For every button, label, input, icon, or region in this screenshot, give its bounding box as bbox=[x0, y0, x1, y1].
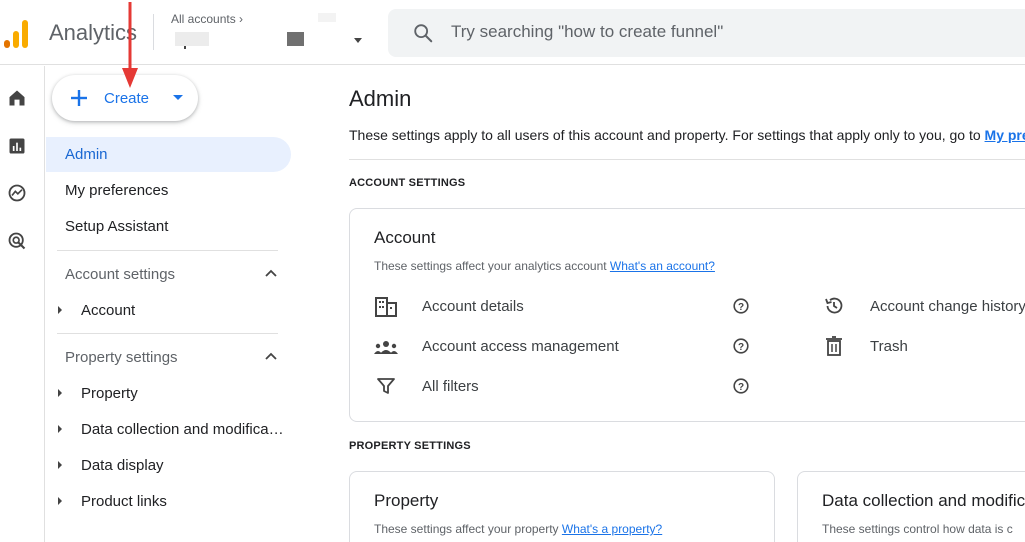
whats-an-account-link[interactable]: What's an account? bbox=[610, 259, 715, 273]
chevron-up-icon[interactable] bbox=[265, 268, 277, 278]
help-icon[interactable]: ? bbox=[733, 338, 749, 354]
filter-icon bbox=[377, 378, 395, 394]
page-description-text: These settings apply to all users of thi… bbox=[349, 127, 985, 143]
account-change-history-link[interactable]: Account change history bbox=[870, 298, 1025, 315]
sidebar-item-setup-assistant[interactable]: Setup Assistant bbox=[46, 209, 291, 244]
property-settings-heading[interactable]: Property settings bbox=[65, 349, 178, 366]
search-input[interactable] bbox=[451, 19, 1011, 45]
nav-rail bbox=[0, 66, 45, 542]
redacted-property-name bbox=[287, 32, 304, 46]
people-icon bbox=[374, 341, 398, 354]
building-icon bbox=[375, 297, 397, 317]
reports-icon[interactable] bbox=[7, 136, 27, 156]
top-bar: Analytics All accounts › bbox=[0, 0, 1025, 65]
search-icon bbox=[414, 24, 433, 43]
my-preferences-link[interactable]: My pre bbox=[985, 127, 1025, 143]
expand-arrow-icon[interactable] bbox=[58, 306, 62, 314]
admin-sidebar: Create Admin My preferences Setup Assist… bbox=[46, 66, 304, 542]
expand-arrow-icon[interactable] bbox=[58, 425, 62, 433]
sidebar-divider bbox=[57, 250, 278, 251]
trash-icon bbox=[826, 336, 842, 356]
sidebar-item-data-display[interactable]: Data display bbox=[81, 457, 164, 474]
account-card-description: These settings affect your analytics acc… bbox=[374, 259, 715, 273]
chevron-up-icon[interactable] bbox=[265, 351, 277, 361]
sidebar-divider bbox=[57, 333, 278, 334]
caret-down-icon[interactable] bbox=[173, 95, 183, 100]
chevron-right-icon: › bbox=[239, 12, 244, 26]
property-card: Property These settings affect your prop… bbox=[349, 471, 775, 542]
home-icon[interactable] bbox=[7, 88, 27, 108]
page-description: These settings apply to all users of thi… bbox=[349, 127, 1025, 143]
whats-a-property-link[interactable]: What's a property? bbox=[562, 522, 662, 536]
property-settings-label: PROPERTY SETTINGS bbox=[349, 440, 471, 452]
account-card-desc-text: These settings affect your analytics acc… bbox=[374, 259, 610, 273]
explore-icon[interactable] bbox=[7, 183, 27, 203]
svg-text:?: ? bbox=[738, 382, 744, 393]
data-collection-card: Data collection and modifica These setti… bbox=[797, 471, 1025, 542]
header-divider bbox=[153, 14, 154, 50]
redacted-account-name bbox=[175, 32, 209, 46]
expand-arrow-icon[interactable] bbox=[58, 497, 62, 505]
search-bar[interactable] bbox=[388, 9, 1025, 57]
expand-arrow-icon[interactable] bbox=[58, 389, 62, 397]
account-settings-heading[interactable]: Account settings bbox=[65, 266, 175, 283]
property-card-desc-text: These settings affect your property bbox=[374, 522, 562, 536]
account-access-management-link[interactable]: Account access management bbox=[422, 338, 619, 355]
accounts-breadcrumb[interactable]: All accounts › bbox=[171, 12, 243, 26]
help-icon[interactable]: ? bbox=[733, 298, 749, 314]
redacted-block bbox=[318, 13, 336, 22]
account-details-link[interactable]: Account details bbox=[422, 298, 524, 315]
account-picker-dropdown-icon[interactable] bbox=[354, 38, 362, 43]
account-card: Account These settings affect your analy… bbox=[349, 208, 1025, 422]
sidebar-item-account[interactable]: Account bbox=[81, 302, 135, 319]
property-card-description: These settings affect your property What… bbox=[374, 522, 662, 536]
svg-text:?: ? bbox=[738, 342, 744, 353]
analytics-logo-icon[interactable] bbox=[4, 18, 34, 48]
plus-icon bbox=[71, 90, 87, 106]
accounts-crumb-label: All accounts bbox=[171, 12, 236, 26]
account-card-title: Account bbox=[374, 228, 436, 247]
create-button-label: Create bbox=[104, 90, 150, 107]
redacted-dot bbox=[184, 46, 186, 49]
advertising-icon[interactable] bbox=[7, 231, 27, 251]
sidebar-item-admin[interactable]: Admin bbox=[46, 137, 291, 172]
data-collection-card-title: Data collection and modifica bbox=[822, 491, 1025, 510]
page-title: Admin bbox=[349, 86, 412, 111]
annotation-arrow-icon bbox=[122, 2, 138, 88]
trash-link[interactable]: Trash bbox=[870, 338, 908, 355]
expand-arrow-icon[interactable] bbox=[58, 461, 62, 469]
help-icon[interactable]: ? bbox=[733, 378, 749, 394]
history-icon bbox=[825, 297, 843, 314]
all-filters-link[interactable]: All filters bbox=[422, 378, 479, 395]
data-collection-card-description: These settings control how data is c bbox=[822, 522, 1013, 536]
sidebar-item-data-collection[interactable]: Data collection and modifica… bbox=[81, 421, 284, 438]
sidebar-item-my-preferences[interactable]: My preferences bbox=[46, 173, 291, 208]
svg-text:?: ? bbox=[738, 302, 744, 313]
title-divider bbox=[349, 159, 1025, 160]
sidebar-item-product-links[interactable]: Product links bbox=[81, 493, 167, 510]
sidebar-item-property[interactable]: Property bbox=[81, 385, 138, 402]
account-settings-label: ACCOUNT SETTINGS bbox=[349, 177, 466, 189]
property-card-title: Property bbox=[374, 491, 439, 510]
